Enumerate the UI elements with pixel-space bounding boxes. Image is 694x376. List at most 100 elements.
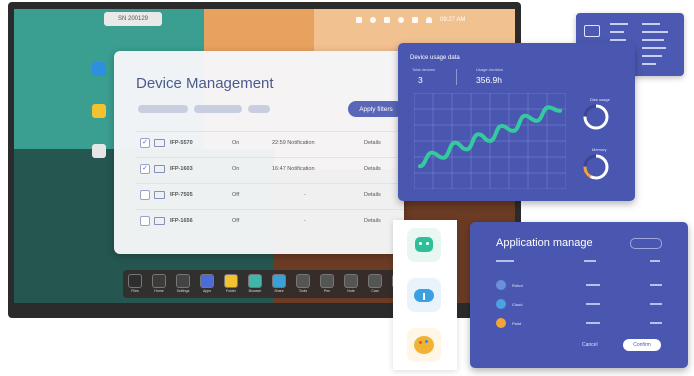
serial-number-badge: SN 200129 bbox=[104, 12, 162, 26]
dock-item-label: Home bbox=[154, 289, 164, 293]
memory-gauge bbox=[583, 154, 609, 180]
row-checkbox[interactable] bbox=[140, 190, 150, 200]
details-link[interactable]: Details bbox=[364, 166, 381, 172]
cloud-icon[interactable] bbox=[398, 17, 404, 23]
panel-title: Application manage bbox=[496, 237, 593, 249]
disk-gauge bbox=[583, 104, 609, 130]
device-status: Off bbox=[232, 218, 240, 224]
dock-item[interactable]: Cast bbox=[366, 274, 384, 293]
device-name: IFP-7505 bbox=[170, 192, 193, 198]
settings-icon[interactable] bbox=[370, 17, 376, 23]
stat-label-duration: Usage duration bbox=[476, 67, 504, 72]
gauge-label-disk: Disk usage bbox=[590, 97, 610, 102]
details-link[interactable]: Details bbox=[364, 218, 381, 224]
panel-action-button[interactable] bbox=[630, 238, 662, 249]
dock-item[interactable]: Share bbox=[270, 274, 288, 293]
dock-item[interactable]: Settings bbox=[174, 274, 192, 293]
dock-app-icon bbox=[176, 274, 190, 288]
desktop-monitor-icon[interactable] bbox=[92, 62, 106, 76]
dock-app-icon bbox=[128, 274, 142, 288]
page-title: Device Management bbox=[136, 75, 274, 92]
dock-item-label: Files bbox=[131, 289, 139, 293]
dock-item-label: Tools bbox=[298, 289, 308, 293]
dock-app-icon bbox=[152, 274, 166, 288]
dock-item[interactable]: Note bbox=[342, 274, 360, 293]
apply-filters-button[interactable]: Apply filters bbox=[348, 101, 404, 117]
application-manage-panel: Application manage Robot Cloud Paint Can… bbox=[470, 222, 688, 368]
dock-app-icon bbox=[368, 274, 382, 288]
monitor-icon bbox=[154, 217, 165, 225]
device-notification: - bbox=[304, 192, 306, 198]
dock-item[interactable]: Files bbox=[126, 274, 144, 293]
row-checkbox[interactable] bbox=[140, 216, 150, 226]
device-status: On bbox=[232, 140, 240, 146]
status-bar: 09:27 AM bbox=[356, 14, 465, 26]
table-row[interactable]: IFP-7505 Off - Details bbox=[136, 183, 404, 206]
dock-app-icon bbox=[200, 274, 214, 288]
stat-label-total: Total devices bbox=[412, 67, 436, 72]
device-notification: 16:47 Notification bbox=[272, 166, 315, 172]
dock-item-label: Settings bbox=[176, 289, 190, 293]
list-item[interactable]: Paint bbox=[496, 315, 676, 334]
app-name: Robot bbox=[512, 283, 523, 288]
table-row[interactable]: IFP-1656 Off - Details bbox=[136, 209, 404, 232]
cloud-app-icon[interactable] bbox=[407, 278, 441, 312]
list-item[interactable]: Cloud bbox=[496, 296, 676, 315]
desktop-app-icon[interactable] bbox=[92, 144, 106, 158]
monitor-icon bbox=[154, 165, 165, 173]
device-notification: 22:59 Notification bbox=[272, 140, 315, 146]
network-icon[interactable] bbox=[384, 17, 390, 23]
device-status: On bbox=[232, 166, 240, 172]
dock-item-label: Folder bbox=[226, 289, 236, 293]
table-row[interactable]: ✓ IFP-5570 On 22:59 Notification Details bbox=[136, 131, 404, 154]
dock-app-icon bbox=[248, 274, 262, 288]
filter-chip[interactable] bbox=[248, 105, 270, 113]
monitor-icon bbox=[154, 139, 165, 147]
dock-app-icon bbox=[224, 274, 238, 288]
dock-item[interactable]: Browser bbox=[246, 274, 264, 293]
dock-app-icon bbox=[344, 274, 358, 288]
dock-item[interactable]: Home bbox=[150, 274, 168, 293]
app-icon-column bbox=[393, 220, 457, 370]
dock-app-icon bbox=[320, 274, 334, 288]
monitor-icon bbox=[584, 25, 600, 37]
filter-chip[interactable] bbox=[194, 105, 242, 113]
dock-item-label: Note bbox=[347, 289, 355, 293]
row-checkbox[interactable]: ✓ bbox=[140, 138, 150, 148]
device-management-panel: Device Management Apply filters ✓ IFP-55… bbox=[114, 51, 404, 254]
cancel-button[interactable]: Cancel bbox=[582, 342, 598, 348]
list-item[interactable]: Robot bbox=[496, 277, 676, 296]
table-row[interactable]: ✓ IFP-1603 On 16:47 Notification Details bbox=[136, 157, 404, 180]
dock-item[interactable]: Folder bbox=[222, 274, 240, 293]
app-icon bbox=[496, 299, 506, 309]
filter-chip[interactable] bbox=[138, 105, 188, 113]
taskbar-dock: Files Home Settings Apps Folder Browser Share T… bbox=[123, 270, 411, 298]
details-link[interactable]: Details bbox=[364, 192, 381, 198]
details-link[interactable]: Details bbox=[364, 140, 381, 146]
confirm-button[interactable]: Confirm bbox=[623, 339, 661, 351]
device-name: IFP-5570 bbox=[170, 140, 193, 146]
app-name: Cloud bbox=[512, 302, 523, 307]
device-status: Off bbox=[232, 192, 240, 198]
row-checkbox[interactable]: ✓ bbox=[140, 164, 150, 174]
usage-line-chart bbox=[414, 93, 566, 189]
source-icon[interactable] bbox=[356, 17, 362, 23]
dock-item-label: Share bbox=[274, 289, 284, 293]
gauge-label-memory: Memory bbox=[592, 147, 607, 152]
status-time: 09:27 AM bbox=[440, 17, 466, 23]
device-usage-card: Device usage data Total devices 3 Usage … bbox=[398, 43, 635, 201]
palette-app-icon[interactable] bbox=[407, 328, 441, 362]
robot-app-icon[interactable] bbox=[407, 228, 441, 262]
dock-item[interactable]: Pen bbox=[318, 274, 336, 293]
dock-app-icon bbox=[272, 274, 286, 288]
desktop-folder-icon[interactable] bbox=[92, 104, 106, 118]
dock-item[interactable]: Tools bbox=[294, 274, 312, 293]
wifi-icon[interactable] bbox=[426, 17, 432, 23]
speaker-icon[interactable] bbox=[412, 17, 418, 23]
monitor-icon bbox=[154, 191, 165, 199]
stat-value-duration: 356.9h bbox=[476, 75, 502, 85]
dock-item[interactable]: Apps bbox=[198, 274, 216, 293]
dock-item-label: Cast bbox=[371, 289, 379, 293]
dock-item-label: Browser bbox=[248, 289, 262, 293]
stat-value-total: 3 bbox=[418, 75, 423, 85]
